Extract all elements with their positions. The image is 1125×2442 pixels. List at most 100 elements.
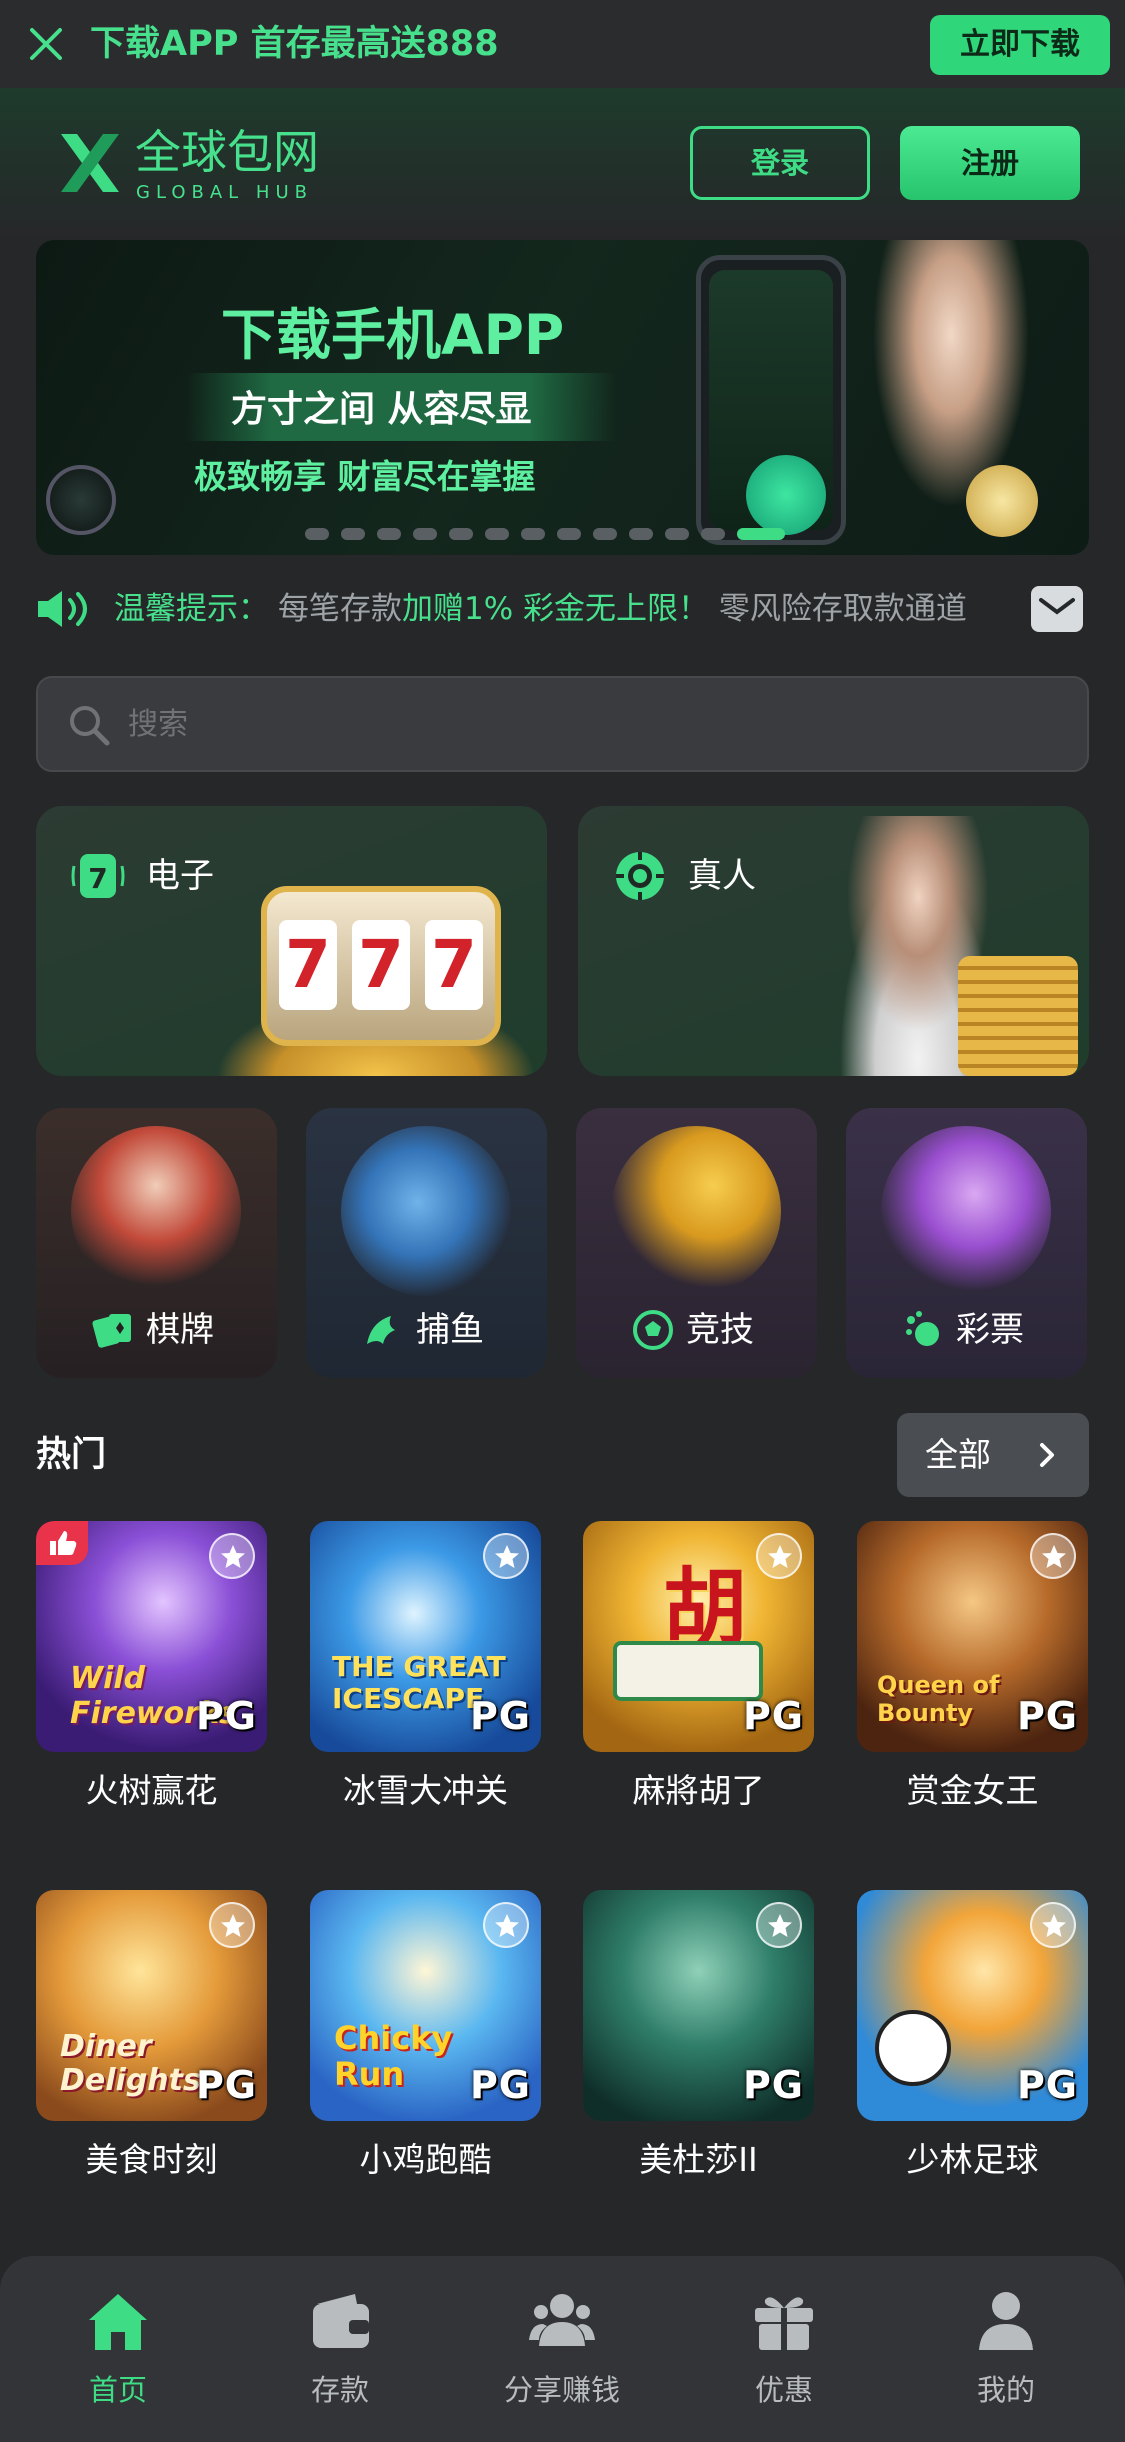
page-dot[interactable] [701,528,725,540]
page-dot[interactable] [341,528,365,540]
nav-home[interactable]: 首页 [38,2286,198,2416]
provider-logo: PG [469,2063,531,2107]
category-card-sports[interactable]: 竞技 [576,1108,817,1378]
chip-icon [616,852,664,900]
category-card-lottery[interactable]: 彩票 [846,1108,1087,1378]
trophy-art [611,1126,781,1296]
category-label: 捕鱼 [416,1310,484,1350]
category-label: 彩票 [956,1310,1024,1350]
page-dot[interactable] [449,528,473,540]
nav-profile[interactable]: 我的 [926,2286,1086,2416]
slot-seven-icon: 7 [71,854,125,898]
page-dot[interactable] [377,528,401,540]
slot-machine-art: 7 7 7 [261,886,501,1046]
page-dot[interactable] [629,528,653,540]
favorite-star-icon[interactable] [756,1902,802,1948]
game-name: 火树赢花 [85,1771,218,1810]
chess-art [71,1126,241,1296]
like-badge [36,1521,88,1565]
game-name: 冰雪大冲关 [343,1771,508,1810]
page-dot[interactable] [593,528,617,540]
favorite-star-icon[interactable] [209,1902,255,1948]
favorite-star-icon[interactable] [209,1533,255,1579]
game-thumbnail: PG [583,1890,814,2121]
provider-logo: PG [469,1694,531,1738]
download-now-button[interactable]: 立即下载 [930,15,1110,75]
soccer-ball-art [875,2010,951,2086]
game-tile-wild-fireworks[interactable]: Wild Fireworks PG 火树赢花 [36,1521,267,1821]
favorite-star-icon[interactable] [756,1533,802,1579]
category-label: 竞技 [686,1310,754,1350]
favorite-star-icon[interactable] [483,1533,529,1579]
game-thumbnail: Chicky Run PG [310,1890,541,2121]
game-thumbnail: Queen of Bounty PG [857,1521,1088,1752]
category-label: 电子 [146,856,214,896]
game-tile-shaolin-soccer[interactable]: PG 少林足球 [857,1890,1088,2190]
category-card-electronic[interactable]: 7 电子 7 7 7 [36,806,547,1076]
category-card-chess[interactable]: 棋牌 [36,1108,277,1378]
view-all-label: 全部 [925,1435,991,1474]
game-tile-medusa-ii[interactable]: PG 美杜莎II [583,1890,814,2190]
category-label: 棋牌 [146,1310,214,1350]
page-dot[interactable] [557,528,581,540]
tether-coin-illustration [746,455,826,535]
gift-icon [755,2297,813,2350]
promo-text: 下载APP 首存最高送888 [90,24,499,64]
nav-label: 存款 [310,2373,369,2407]
lottery-art [881,1126,1051,1296]
login-button[interactable]: 登录 [690,126,870,200]
cards-icon [92,1314,131,1348]
game-thumbnail: PG [857,1890,1088,2121]
favorite-star-icon[interactable] [1030,1902,1076,1948]
brand-name: 全球包网 [135,125,319,179]
page-dot[interactable] [665,528,689,540]
favorite-star-icon[interactable] [483,1902,529,1948]
game-thumbnail: Diner Delights PG [36,1890,267,2121]
page-dot-active[interactable] [737,528,785,540]
users-icon [529,2294,595,2346]
close-icon[interactable] [24,22,68,66]
category-label: 真人 [688,856,756,896]
home-icon [89,2294,147,2350]
game-tile-chicky-run[interactable]: Chicky Run PG 小鸡跑酷 [310,1890,541,2190]
header: 全球包网 GLOBAL HUB 登录 注册 [0,88,1125,238]
hot-section-title: 热门 [36,1435,107,1475]
game-tile-diner-delights[interactable]: Diner Delights PG 美食时刻 [36,1890,267,2190]
download-promo-bar: 下载APP 首存最高送888 立即下载 [0,0,1125,88]
nav-label: 优惠 [754,2373,813,2407]
nav-deposit[interactable]: 存款 [260,2286,420,2416]
speaker-icon [38,591,87,627]
game-name: 麻將胡了 [632,1771,765,1810]
banner-subtitle: 方寸之间 从容尽显 [231,389,532,430]
nav-share-earn[interactable]: 分享赚钱 [482,2286,642,2416]
game-name: 美食时刻 [85,2140,218,2179]
search-box[interactable]: 搜索 [36,676,1089,772]
provider-logo: PG [742,2063,804,2107]
page-dot[interactable] [485,528,509,540]
view-all-button[interactable]: 全部 [897,1413,1089,1497]
nav-promotions[interactable]: 优惠 [704,2286,864,2416]
register-button[interactable]: 注册 [900,126,1080,200]
favorite-star-icon[interactable] [1030,1533,1076,1579]
wallet-icon [313,2294,369,2348]
fish-icon [367,1316,395,1344]
game-thumbnail: THE GREAT ICESCAPE PG [310,1521,541,1752]
provider-logo: PG [1016,2063,1078,2107]
page-dot[interactable] [413,528,437,540]
mail-icon[interactable] [1031,586,1083,632]
category-card-live[interactable]: 真人 [578,806,1089,1076]
nav-label: 分享赚钱 [503,2373,620,2407]
page-dot[interactable] [305,528,329,540]
banner-tagline: 极致畅享 财富尽在掌握 [194,457,536,496]
game-tile-great-icescape[interactable]: THE GREAT ICESCAPE PG 冰雪大冲关 [310,1521,541,1821]
page-dot[interactable] [521,528,545,540]
gold-stack-art [958,956,1078,1076]
notice-message: 每笔存款加赠1% 彩金无上限！ 零风险存取款通道 [278,591,967,627]
promo-banner[interactable]: 下载手机APP 方寸之间 从容尽显 极致畅享 财富尽在掌握 [36,240,1089,555]
game-tile-mahjong-ways[interactable]: 胡 PG 麻將胡了 [583,1521,814,1821]
soccer-ball-icon [633,1310,673,1350]
game-tile-queen-of-bounty[interactable]: Queen of Bounty PG 赏金女王 [857,1521,1088,1821]
category-card-fishing[interactable]: 捕鱼 [306,1108,547,1378]
nav-label: 我的 [976,2373,1035,2407]
game-name: 少林足球 [906,2140,1039,2179]
